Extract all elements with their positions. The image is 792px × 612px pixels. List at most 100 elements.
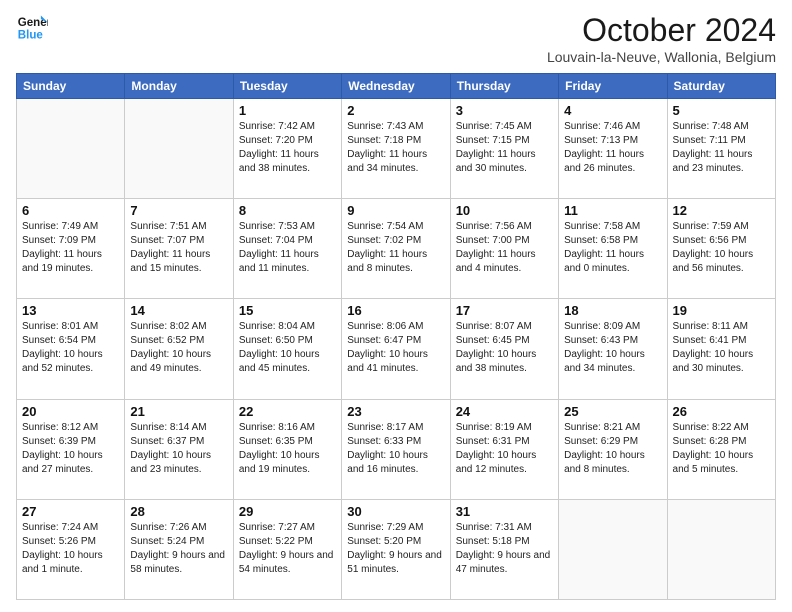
day-number: 29: [239, 504, 336, 519]
title-block: October 2024 Louvain-la-Neuve, Wallonia,…: [547, 12, 776, 65]
table-row: 12 Sunrise: 7:59 AMSunset: 6:56 PMDaylig…: [667, 199, 775, 299]
day-info: Sunrise: 8:11 AMSunset: 6:41 PMDaylight:…: [673, 320, 770, 376]
day-info: Sunrise: 7:51 AMSunset: 7:07 PMDaylight:…: [130, 220, 227, 276]
day-number: 18: [564, 303, 661, 318]
day-number: 19: [673, 303, 770, 318]
table-row: 26 Sunrise: 8:22 AMSunset: 6:28 PMDaylig…: [667, 399, 775, 499]
table-row: 7 Sunrise: 7:51 AMSunset: 7:07 PMDayligh…: [125, 199, 233, 299]
day-info: Sunrise: 8:04 AMSunset: 6:50 PMDaylight:…: [239, 320, 336, 376]
calendar-table: Sunday Monday Tuesday Wednesday Thursday…: [16, 73, 776, 600]
calendar-header-row: Sunday Monday Tuesday Wednesday Thursday…: [17, 74, 776, 99]
table-row: 16 Sunrise: 8:06 AMSunset: 6:47 PMDaylig…: [342, 299, 450, 399]
day-number: 17: [456, 303, 553, 318]
day-number: 22: [239, 404, 336, 419]
day-info: Sunrise: 8:06 AMSunset: 6:47 PMDaylight:…: [347, 320, 444, 376]
day-number: 13: [22, 303, 119, 318]
day-info: Sunrise: 8:09 AMSunset: 6:43 PMDaylight:…: [564, 320, 661, 376]
table-row: 28 Sunrise: 7:26 AMSunset: 5:24 PMDaylig…: [125, 499, 233, 599]
day-info: Sunrise: 7:53 AMSunset: 7:04 PMDaylight:…: [239, 220, 336, 276]
day-info: Sunrise: 7:59 AMSunset: 6:56 PMDaylight:…: [673, 220, 770, 276]
day-info: Sunrise: 7:24 AMSunset: 5:26 PMDaylight:…: [22, 521, 119, 577]
calendar-week-row: 20 Sunrise: 8:12 AMSunset: 6:39 PMDaylig…: [17, 399, 776, 499]
day-number: 24: [456, 404, 553, 419]
calendar-week-row: 13 Sunrise: 8:01 AMSunset: 6:54 PMDaylig…: [17, 299, 776, 399]
table-row: [125, 99, 233, 199]
calendar-week-row: 27 Sunrise: 7:24 AMSunset: 5:26 PMDaylig…: [17, 499, 776, 599]
table-row: 30 Sunrise: 7:29 AMSunset: 5:20 PMDaylig…: [342, 499, 450, 599]
table-row: 24 Sunrise: 8:19 AMSunset: 6:31 PMDaylig…: [450, 399, 558, 499]
day-number: 14: [130, 303, 227, 318]
calendar-week-row: 6 Sunrise: 7:49 AMSunset: 7:09 PMDayligh…: [17, 199, 776, 299]
table-row: 22 Sunrise: 8:16 AMSunset: 6:35 PMDaylig…: [233, 399, 341, 499]
day-number: 16: [347, 303, 444, 318]
day-info: Sunrise: 7:31 AMSunset: 5:18 PMDaylight:…: [456, 521, 553, 577]
table-row: 2 Sunrise: 7:43 AMSunset: 7:18 PMDayligh…: [342, 99, 450, 199]
table-row: 11 Sunrise: 7:58 AMSunset: 6:58 PMDaylig…: [559, 199, 667, 299]
day-number: 2: [347, 103, 444, 118]
table-row: 18 Sunrise: 8:09 AMSunset: 6:43 PMDaylig…: [559, 299, 667, 399]
table-row: 19 Sunrise: 8:11 AMSunset: 6:41 PMDaylig…: [667, 299, 775, 399]
day-number: 20: [22, 404, 119, 419]
table-row: 29 Sunrise: 7:27 AMSunset: 5:22 PMDaylig…: [233, 499, 341, 599]
day-info: Sunrise: 8:07 AMSunset: 6:45 PMDaylight:…: [456, 320, 553, 376]
day-number: 4: [564, 103, 661, 118]
day-number: 28: [130, 504, 227, 519]
day-info: Sunrise: 7:54 AMSunset: 7:02 PMDaylight:…: [347, 220, 444, 276]
table-row: [667, 499, 775, 599]
day-info: Sunrise: 7:29 AMSunset: 5:20 PMDaylight:…: [347, 521, 444, 577]
col-tuesday: Tuesday: [233, 74, 341, 99]
day-info: Sunrise: 7:43 AMSunset: 7:18 PMDaylight:…: [347, 120, 444, 176]
day-number: 30: [347, 504, 444, 519]
col-saturday: Saturday: [667, 74, 775, 99]
table-row: 14 Sunrise: 8:02 AMSunset: 6:52 PMDaylig…: [125, 299, 233, 399]
table-row: 8 Sunrise: 7:53 AMSunset: 7:04 PMDayligh…: [233, 199, 341, 299]
day-info: Sunrise: 7:58 AMSunset: 6:58 PMDaylight:…: [564, 220, 661, 276]
logo-icon: General Blue: [16, 12, 48, 44]
table-row: 13 Sunrise: 8:01 AMSunset: 6:54 PMDaylig…: [17, 299, 125, 399]
col-monday: Monday: [125, 74, 233, 99]
day-number: 10: [456, 203, 553, 218]
day-info: Sunrise: 8:02 AMSunset: 6:52 PMDaylight:…: [130, 320, 227, 376]
day-info: Sunrise: 8:01 AMSunset: 6:54 PMDaylight:…: [22, 320, 119, 376]
table-row: [17, 99, 125, 199]
table-row: [559, 499, 667, 599]
day-info: Sunrise: 8:12 AMSunset: 6:39 PMDaylight:…: [22, 421, 119, 477]
day-info: Sunrise: 7:45 AMSunset: 7:15 PMDaylight:…: [456, 120, 553, 176]
day-info: Sunrise: 8:16 AMSunset: 6:35 PMDaylight:…: [239, 421, 336, 477]
day-number: 6: [22, 203, 119, 218]
day-number: 26: [673, 404, 770, 419]
header: General Blue October 2024 Louvain-la-Neu…: [16, 12, 776, 65]
table-row: 27 Sunrise: 7:24 AMSunset: 5:26 PMDaylig…: [17, 499, 125, 599]
day-info: Sunrise: 7:46 AMSunset: 7:13 PMDaylight:…: [564, 120, 661, 176]
day-info: Sunrise: 7:48 AMSunset: 7:11 PMDaylight:…: [673, 120, 770, 176]
day-number: 7: [130, 203, 227, 218]
day-number: 9: [347, 203, 444, 218]
table-row: 4 Sunrise: 7:46 AMSunset: 7:13 PMDayligh…: [559, 99, 667, 199]
day-number: 31: [456, 504, 553, 519]
day-info: Sunrise: 8:14 AMSunset: 6:37 PMDaylight:…: [130, 421, 227, 477]
table-row: 3 Sunrise: 7:45 AMSunset: 7:15 PMDayligh…: [450, 99, 558, 199]
day-number: 5: [673, 103, 770, 118]
day-number: 8: [239, 203, 336, 218]
table-row: 10 Sunrise: 7:56 AMSunset: 7:00 PMDaylig…: [450, 199, 558, 299]
main-title: October 2024: [547, 12, 776, 49]
col-friday: Friday: [559, 74, 667, 99]
svg-text:Blue: Blue: [18, 30, 44, 42]
day-number: 23: [347, 404, 444, 419]
day-number: 12: [673, 203, 770, 218]
day-info: Sunrise: 8:21 AMSunset: 6:29 PMDaylight:…: [564, 421, 661, 477]
table-row: 25 Sunrise: 8:21 AMSunset: 6:29 PMDaylig…: [559, 399, 667, 499]
table-row: 9 Sunrise: 7:54 AMSunset: 7:02 PMDayligh…: [342, 199, 450, 299]
day-number: 15: [239, 303, 336, 318]
day-info: Sunrise: 7:26 AMSunset: 5:24 PMDaylight:…: [130, 521, 227, 577]
table-row: 6 Sunrise: 7:49 AMSunset: 7:09 PMDayligh…: [17, 199, 125, 299]
calendar-week-row: 1 Sunrise: 7:42 AMSunset: 7:20 PMDayligh…: [17, 99, 776, 199]
day-info: Sunrise: 8:17 AMSunset: 6:33 PMDaylight:…: [347, 421, 444, 477]
day-number: 1: [239, 103, 336, 118]
table-row: 20 Sunrise: 8:12 AMSunset: 6:39 PMDaylig…: [17, 399, 125, 499]
table-row: 5 Sunrise: 7:48 AMSunset: 7:11 PMDayligh…: [667, 99, 775, 199]
table-row: 31 Sunrise: 7:31 AMSunset: 5:18 PMDaylig…: [450, 499, 558, 599]
col-wednesday: Wednesday: [342, 74, 450, 99]
day-number: 3: [456, 103, 553, 118]
table-row: 17 Sunrise: 8:07 AMSunset: 6:45 PMDaylig…: [450, 299, 558, 399]
